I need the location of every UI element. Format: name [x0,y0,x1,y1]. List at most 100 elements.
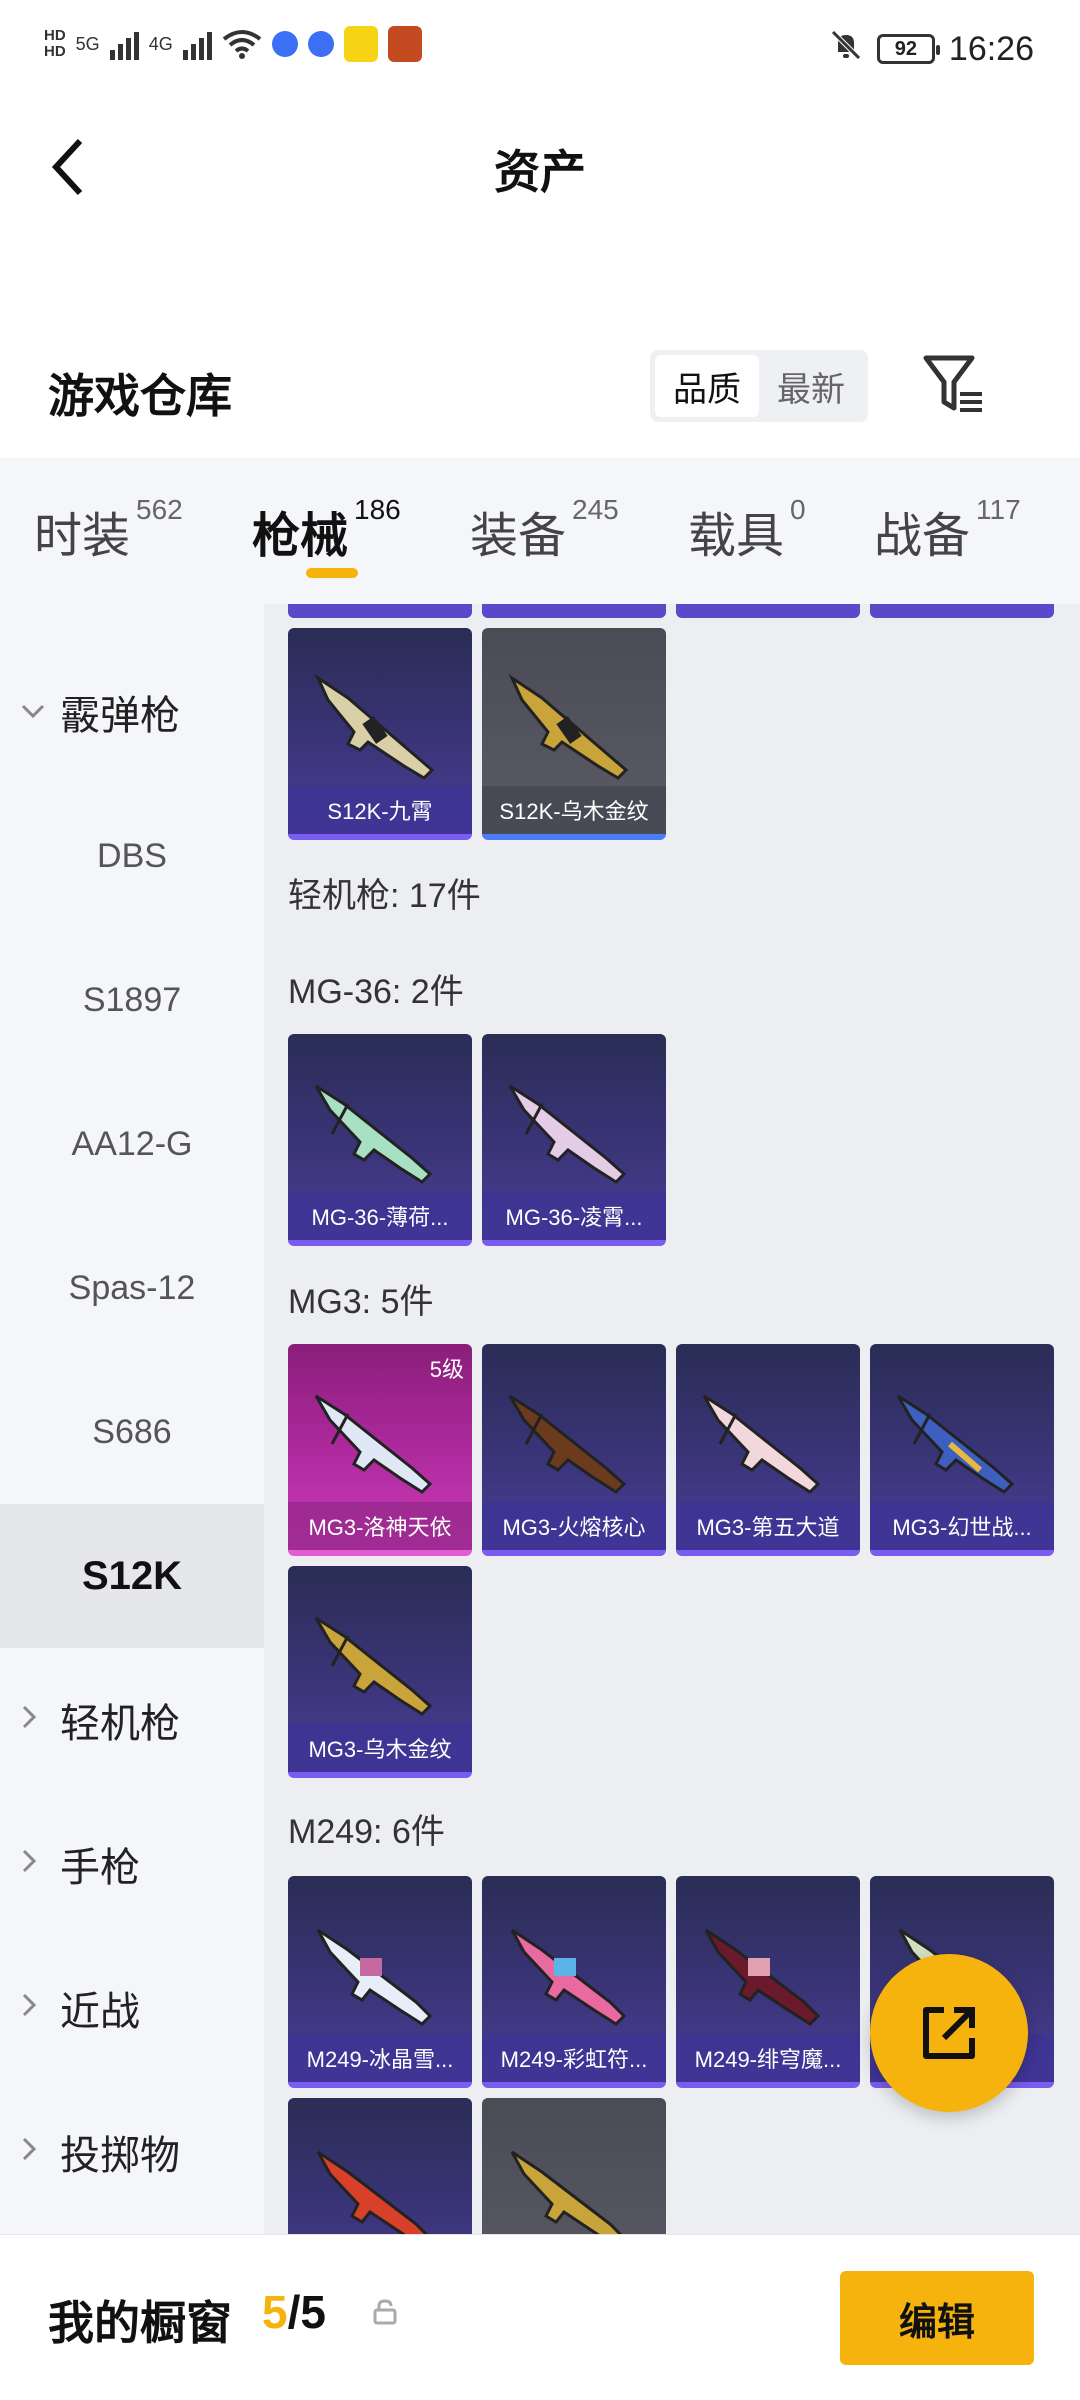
sort-toggle: 品质 最新 [650,350,868,422]
app-header: 资产 [0,96,1080,236]
app-notification-icon-4 [387,26,422,62]
chevron-right-icon [20,2136,38,2169]
showcase-bar: 我的橱窗 5/5 编辑 [0,2234,1080,2400]
sidebar: 霰弹枪 DBS S1897 AA12-G Spas-12 S686 S12K 轻… [0,604,264,2234]
tab-guns[interactable]: 枪械 186 [252,494,401,566]
sidebar-item-dbs[interactable]: DBS [0,784,264,928]
edit-button[interactable]: 编辑 [840,2271,1034,2365]
chevron-right-icon [20,1992,38,2025]
skin-card[interactable]: M249-冰晶雪... [288,1876,472,2088]
skin-card[interactable] [482,2098,666,2234]
share-icon [923,2007,975,2059]
sort-quality-button[interactable]: 品质 [655,355,759,417]
chevron-right-icon [20,1704,38,1737]
skin-card[interactable]: S12K-九霄 [288,628,472,840]
skin-card[interactable]: MG3-乌木金纹 [288,1566,472,1778]
machine-gun-icon [316,1928,433,2026]
tab-label: 枪械 [252,510,349,563]
sidebar-group-label: 投掷物 [60,2134,180,2178]
sidebar-group-pistol[interactable]: 手枪 [0,1792,264,1936]
sidebar-item-spas12[interactable]: Spas-12 [0,1216,264,1360]
sidebar-group-label: 霰弹枪 [60,694,180,738]
tab-vehicles[interactable]: 载具 0 [688,494,806,566]
lock-icon [373,2299,397,2325]
sidebar-group-shotgun[interactable]: 霰弹枪 [0,640,264,784]
card-partial[interactable] [482,604,666,618]
status-bar: HD HD 5G 4G 92 16:26 [0,0,1080,96]
tab-label: 战备 [874,510,971,563]
tab-count: 186 [354,494,401,525]
tab-label: 载具 [688,510,785,563]
tab-label: 时装 [34,510,131,563]
share-fab[interactable] [870,1954,1028,2112]
machine-gun-icon [314,1616,433,1716]
section-mg3: MG3: 5件 [288,1283,434,1321]
sidebar-item-aa12g[interactable]: AA12-G [0,1072,264,1216]
skin-card[interactable] [288,2098,472,2234]
skin-card[interactable]: MG3-幻世战... [870,1344,1054,1556]
skin-card[interactable]: M249-彩虹符... [482,1876,666,2088]
machine-gun-icon [510,1928,627,2026]
sidebar-group-label: 手枪 [60,1846,140,1890]
4g-label: 4G [148,33,173,54]
tab-combat-gear[interactable]: 战备 117 [874,494,1021,566]
5g-label: 5G [75,33,100,54]
machine-gun-icon [316,2150,429,2234]
signal-icon [109,28,139,60]
machine-gun-icon [510,2150,623,2234]
tab-label: 装备 [470,510,567,563]
status-right: 92 16:26 [829,28,1034,70]
machine-gun-icon [508,1394,627,1494]
machine-gun-icon [314,1394,433,1494]
filter-icon[interactable] [920,352,986,418]
machine-gun-icon [702,1394,821,1494]
skin-card[interactable]: S12K-乌木金纹 [482,628,666,840]
chevron-down-icon [20,696,46,728]
wifi-icon [222,30,261,59]
app-notification-icon-3 [343,26,378,62]
machine-gun-icon [896,1394,1015,1494]
tab-count: 0 [790,494,806,525]
hd-indicator: HD HD [44,27,66,60]
skin-card[interactable]: M249-绯穹魔... [676,1876,860,2088]
section-lmg-summary: 轻机枪: 17件 [288,877,481,915]
sidebar-item-s686[interactable]: S686 [0,1360,264,1504]
skin-card[interactable]: 5级 MG3-洛神天依 [288,1344,472,1556]
card-partial[interactable] [870,604,1054,618]
machine-gun-icon [704,1928,821,2026]
section-m249: M249: 6件 [288,1813,445,1851]
tab-count: 117 [976,494,1021,525]
tab-fashion[interactable]: 时装 562 [34,494,183,566]
shotgun-icon [508,673,629,780]
skin-name: M249-冰晶雪... [288,2034,472,2082]
app-notification-icon-2 [307,31,334,57]
tab-equipment[interactable]: 装备 245 [470,494,619,566]
skin-card[interactable]: MG-36-凌霄... [482,1034,666,1246]
skin-name: MG3-洛神天依 [288,1502,472,1550]
skin-name: MG-36-薄荷... [288,1192,472,1240]
card-partial[interactable] [288,604,472,618]
showcase-label: 我的橱窗 [48,2297,232,2349]
card-partial[interactable] [676,604,860,618]
warehouse-title: 游戏仓库 [48,370,232,422]
app-notification-icon [271,31,298,57]
skin-card[interactable]: MG-36-薄荷... [288,1034,472,1246]
skin-name: MG-36-凌霄... [482,1192,666,1240]
status-left: HD HD 5G 4G [44,26,422,62]
bell-off-icon [829,28,863,70]
skin-card[interactable]: MG3-火熔核心 [482,1344,666,1556]
sidebar-group-label: 轻机枪 [60,1702,180,1746]
sidebar-item-s1897[interactable]: S1897 [0,928,264,1072]
sidebar-group-throwables[interactable]: 投掷物 [0,2080,264,2224]
machine-gun-icon [314,1084,433,1184]
showcase-current: 5 [262,2286,288,2338]
sidebar-item-s12k[interactable]: S12K [0,1504,264,1648]
sidebar-group-melee[interactable]: 近战 [0,1936,264,2080]
chevron-right-icon [20,1848,38,1881]
skin-name: MG3-第五大道 [676,1502,860,1550]
active-tab-indicator [306,568,358,578]
skin-card[interactable]: MG3-第五大道 [676,1344,860,1556]
sort-newest-button[interactable]: 最新 [759,355,863,417]
sidebar-group-lmg[interactable]: 轻机枪 [0,1648,264,1792]
warehouse-header: 游戏仓库 品质 最新 [0,330,1080,450]
